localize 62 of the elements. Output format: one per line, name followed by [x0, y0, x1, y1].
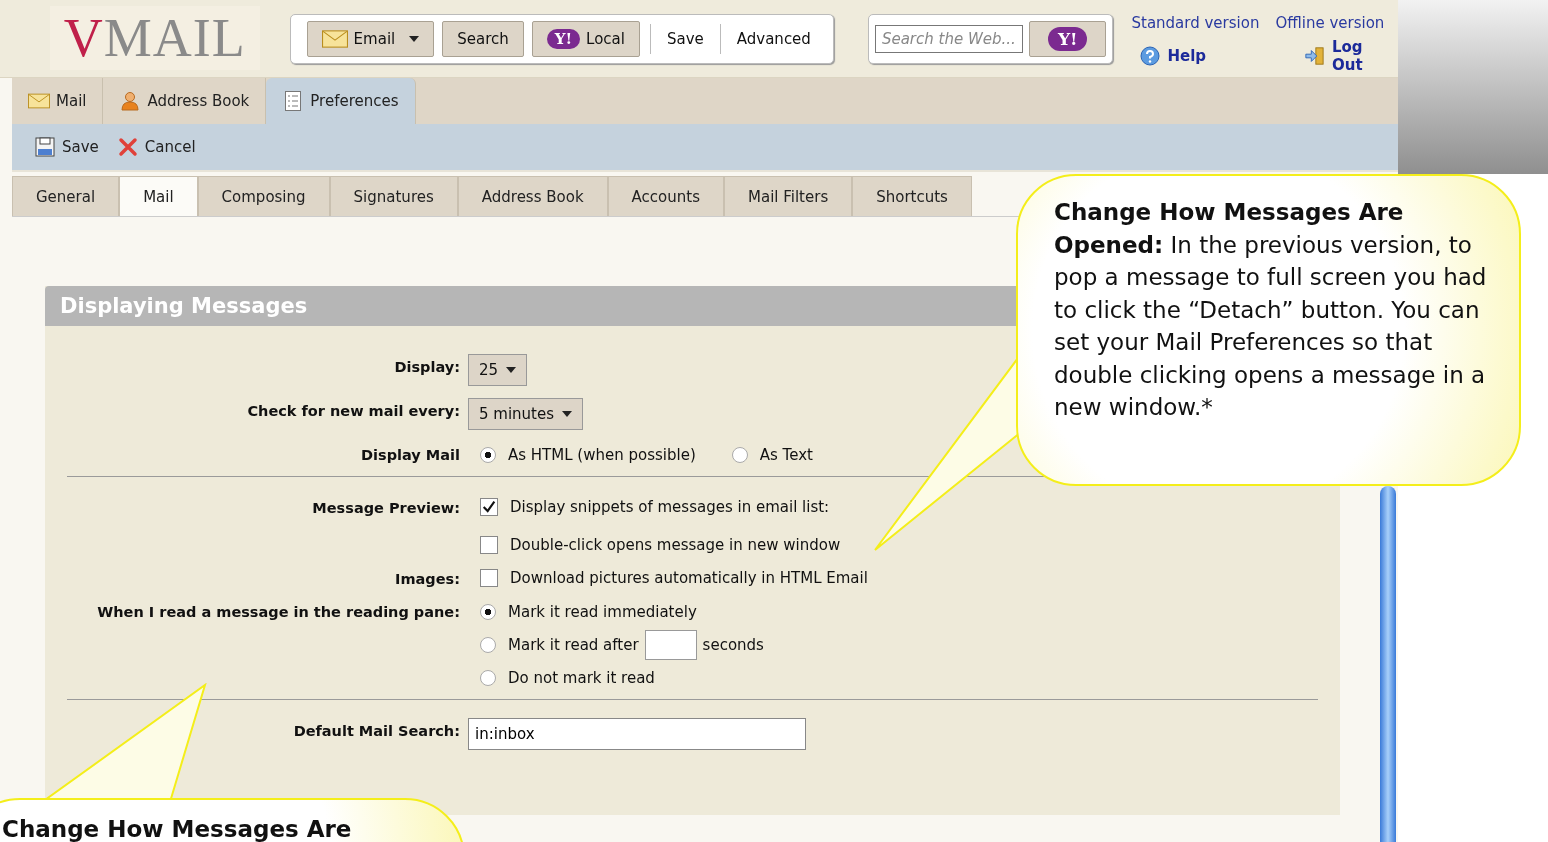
email-dropdown[interactable]: Email: [306, 21, 435, 57]
settings-tab[interactable]: Mail: [119, 176, 198, 216]
local-button[interactable]: Y! Local: [531, 21, 640, 57]
scrollbar[interactable]: [1380, 486, 1396, 842]
field-label: Images:: [395, 571, 460, 587]
logo: VMAIL: [50, 6, 260, 70]
dropdown[interactable]: 5 minutes: [468, 398, 584, 430]
field-label: Display:: [394, 359, 460, 375]
nav-tab[interactable]: Preferences: [266, 78, 416, 124]
settings-tab[interactable]: Composing: [197, 176, 330, 216]
help-link[interactable]: Help: [1139, 38, 1207, 74]
field-label: Display Mail: [361, 447, 460, 463]
option-label: As HTML (when possible): [508, 446, 696, 464]
help-icon: [1139, 46, 1162, 66]
settings-tab[interactable]: General: [12, 176, 120, 216]
option-label: Do not mark it read: [508, 669, 655, 687]
cancel-button[interactable]: Cancel: [116, 137, 196, 157]
search-field[interactable]: in:inbox: [468, 718, 806, 750]
close-icon: [116, 137, 139, 157]
option-label: Mark it read immediately: [508, 603, 697, 621]
web-search-field[interactable]: Search the Web...: [874, 25, 1023, 53]
option-label: As Text: [759, 446, 813, 464]
settings-tab[interactable]: Address Book: [457, 176, 608, 216]
field-label: When I read a message in the reading pane:: [97, 604, 460, 620]
caret-icon: [562, 411, 573, 417]
envelope-icon: [321, 30, 348, 48]
radio-button[interactable]: [480, 637, 496, 653]
radio-button[interactable]: [480, 670, 496, 686]
settings-tab[interactable]: Accounts: [607, 176, 724, 216]
version-link[interactable]: Standard version: [1131, 14, 1260, 32]
settings-tab[interactable]: Shortcuts: [852, 176, 972, 216]
option-label: Mark it read after: [508, 636, 639, 654]
settings-tab[interactable]: Mail Filters: [724, 176, 853, 216]
seconds-field[interactable]: [644, 630, 697, 660]
save-button[interactable]: Save: [34, 137, 99, 157]
envelope-icon: [28, 91, 50, 111]
option-label: Download pictures automatically in HTML Email: [510, 569, 868, 587]
toolbar-link[interactable]: Save: [660, 30, 710, 48]
search-button[interactable]: Search: [442, 21, 524, 57]
settings-tab[interactable]: Signatures: [329, 176, 458, 216]
web-search-button[interactable]: Y!: [1028, 21, 1107, 57]
checkbox[interactable]: [480, 569, 498, 587]
radio-button[interactable]: [731, 447, 748, 463]
field-label: Check for new mail every:: [247, 403, 460, 419]
dropdown[interactable]: 25: [468, 354, 528, 386]
radio-button[interactable]: [480, 604, 496, 620]
caret-icon: [506, 367, 517, 373]
exit-door-icon: [1304, 46, 1326, 66]
caret-icon: [409, 36, 420, 42]
person-icon: [119, 91, 142, 111]
option-label: Display snippets of messages in email list:: [510, 498, 830, 516]
toolbar-link[interactable]: Advanced: [730, 30, 817, 48]
checkbox[interactable]: [480, 498, 498, 516]
field-label: Message Preview:: [312, 500, 460, 516]
field-label: Default Mail Search:: [293, 723, 460, 739]
option-label: Double-click opens message in new window: [510, 536, 841, 554]
option-label: seconds: [702, 636, 764, 654]
checkbox[interactable]: [480, 536, 498, 554]
callout-text: Change How Messages Are: [2, 816, 352, 842]
radio-button[interactable]: [480, 447, 496, 463]
logout-link[interactable]: Log Out: [1304, 38, 1398, 74]
version-link[interactable]: Offline version: [1275, 14, 1385, 32]
